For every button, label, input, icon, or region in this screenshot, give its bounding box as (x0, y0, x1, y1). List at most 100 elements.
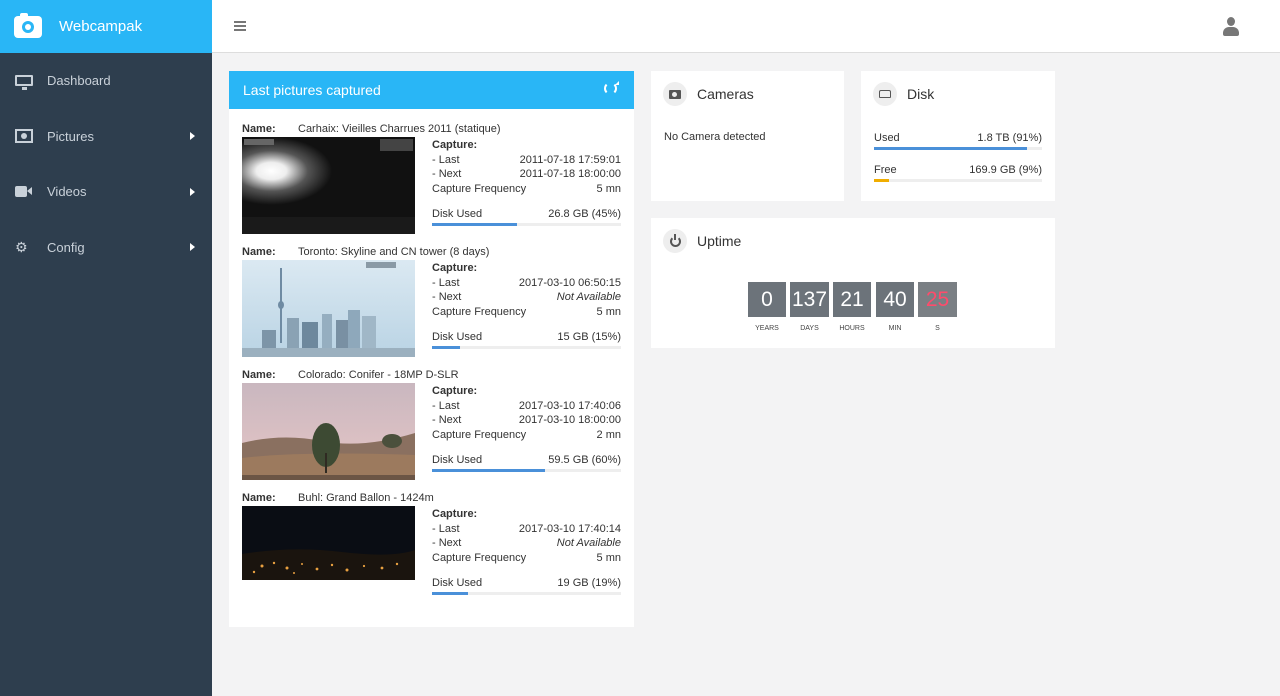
camera-entry: Name: Toronto: Skyline and CN tower (8 da… (242, 246, 621, 369)
brand-name: Webcampak (59, 18, 143, 35)
last-label: - Last (432, 276, 460, 289)
chevron-right-icon (190, 187, 195, 196)
sidebar-item-label: Pictures (47, 128, 94, 144)
free-label: Free (874, 164, 897, 176)
camera-entry: Name: Buhl: Grand Ballon - 1424m Capture:… (242, 492, 621, 615)
panel-title: Last pictures captured (243, 82, 381, 98)
sidebar-item-config[interactable]: ⚙ Config (0, 220, 212, 276)
cameras-panel: Cameras No Camera detected (651, 71, 844, 201)
disk-used-value: 59.5 GB (60%) (548, 454, 621, 466)
next-label: - Next (432, 291, 462, 304)
disk-free-line: Free 169.9 GB (9%) (874, 163, 1042, 182)
next-label: - Next (432, 537, 462, 550)
panel-title: Disk (907, 86, 935, 102)
camera-logo-icon (14, 12, 42, 38)
capture-label: Capture: (432, 385, 478, 397)
disk-used-value: 26.8 GB (45%) (548, 208, 621, 220)
last-value: 2011-07-18 17:59:01 (519, 153, 621, 166)
camera-thumbnail[interactable] (242, 137, 415, 234)
camera-thumbnail[interactable] (242, 383, 415, 480)
camera-name: Carhaix: Vieilles Charrues 2011 (statiqu… (298, 123, 501, 135)
sidebar-item-label: Videos (47, 184, 87, 200)
uptime-years: 0 YEARS (748, 282, 786, 332)
camera-thumbnail[interactable] (242, 260, 415, 357)
last-label: - Last (432, 522, 460, 535)
frequency-label: Capture Frequency (432, 183, 527, 196)
min-value: 40 (876, 282, 914, 317)
frequency-value: 5 mn (596, 552, 621, 565)
hard-drive-icon (873, 82, 897, 106)
camera-name: Buhl: Grand Ballon - 1424m (298, 492, 434, 504)
menu-toggle-icon[interactable] (234, 21, 246, 31)
disk-progress-bar (432, 222, 621, 226)
frequency-label: Capture Frequency (432, 552, 527, 565)
next-label: - Next (432, 414, 462, 427)
disk-used-label: Disk Used (432, 577, 483, 589)
power-icon (663, 229, 687, 253)
camera-thumbnail[interactable] (242, 506, 415, 580)
brand[interactable]: Webcampak (0, 0, 212, 53)
panel-title: Cameras (697, 86, 754, 102)
last-value: 2017-03-10 17:40:14 (518, 522, 621, 535)
frequency-label: Capture Frequency (432, 429, 527, 442)
cogs-icon: ⚙ (15, 239, 28, 256)
camera-entry: Name: Carhaix: Vieilles Charrues 2011 (st… (242, 123, 621, 246)
disk-used-label: Disk Used (432, 208, 483, 220)
years-value: 0 (748, 282, 786, 317)
uptime-min: 40 MIN (876, 282, 914, 332)
uptime-sec: 25 S (918, 282, 957, 332)
disk-used-value: 19 GB (19%) (557, 577, 621, 589)
sidebar: Webcampak Dashboard Pictures Videos ⚙ Co… (0, 0, 212, 696)
hours-value: 21 (833, 282, 871, 317)
next-value: Not Available (556, 291, 621, 304)
panel-header: Last pictures captured (229, 71, 634, 109)
used-label: Used (874, 132, 900, 144)
sec-value: 25 (918, 282, 957, 317)
last-value: 2017-03-10 06:50:15 (518, 276, 621, 289)
sidebar-item-videos[interactable]: Videos (0, 164, 212, 220)
disk-progress-bar (432, 345, 621, 349)
picture-icon (15, 129, 33, 144)
disk-used-label: Disk Used (432, 331, 483, 343)
capture-label: Capture: (432, 262, 478, 274)
monitor-icon (15, 75, 33, 91)
camera-name: Colorado: Conifer - 18MP D-SLR (298, 369, 459, 381)
last-label: - Last (432, 399, 460, 412)
no-camera-message: No Camera detected (664, 131, 766, 143)
name-label: Name: (242, 246, 276, 258)
sidebar-item-dashboard[interactable]: Dashboard (0, 53, 212, 109)
user-icon[interactable] (1223, 17, 1239, 37)
frequency-value: 5 mn (596, 306, 621, 319)
days-label: DAYS (800, 325, 819, 332)
topbar (212, 0, 1280, 53)
free-progress-bar (874, 178, 1042, 182)
sidebar-item-pictures[interactable]: Pictures (0, 109, 212, 165)
uptime-panel: Uptime 0 YEARS 137 DAYS 21 HOURS 40 MIN … (651, 218, 1055, 348)
next-value: 2017-03-10 18:00:00 (518, 414, 621, 427)
next-value: 2011-07-18 18:00:00 (519, 168, 621, 181)
frequency-value: 5 mn (596, 183, 621, 196)
disk-panel: Disk Used 1.8 TB (91%) Free 169.9 GB (9%) (861, 71, 1055, 201)
chevron-right-icon (190, 132, 195, 141)
camera-icon (663, 82, 687, 106)
used-value: 1.8 TB (91%) (977, 132, 1042, 144)
name-label: Name: (242, 369, 276, 381)
capture-label: Capture: (432, 508, 478, 520)
sec-label: S (935, 325, 940, 332)
name-label: Name: (242, 123, 276, 135)
days-value: 137 (790, 282, 829, 317)
min-label: MIN (888, 325, 902, 332)
disk-used-label: Disk Used (432, 454, 483, 466)
free-value: 169.9 GB (9%) (969, 164, 1042, 176)
next-label: - Next (432, 168, 462, 181)
next-value: Not Available (556, 537, 621, 550)
name-label: Name: (242, 492, 276, 504)
used-progress-bar (874, 146, 1042, 150)
camera-name: Toronto: Skyline and CN tower (8 days) (298, 246, 490, 258)
frequency-label: Capture Frequency (432, 306, 527, 319)
last-label: - Last (432, 153, 460, 166)
frequency-value: 2 mn (596, 429, 621, 442)
sidebar-item-label: Dashboard (47, 73, 111, 89)
refresh-icon[interactable] (604, 81, 619, 95)
panel-title: Uptime (697, 233, 742, 249)
